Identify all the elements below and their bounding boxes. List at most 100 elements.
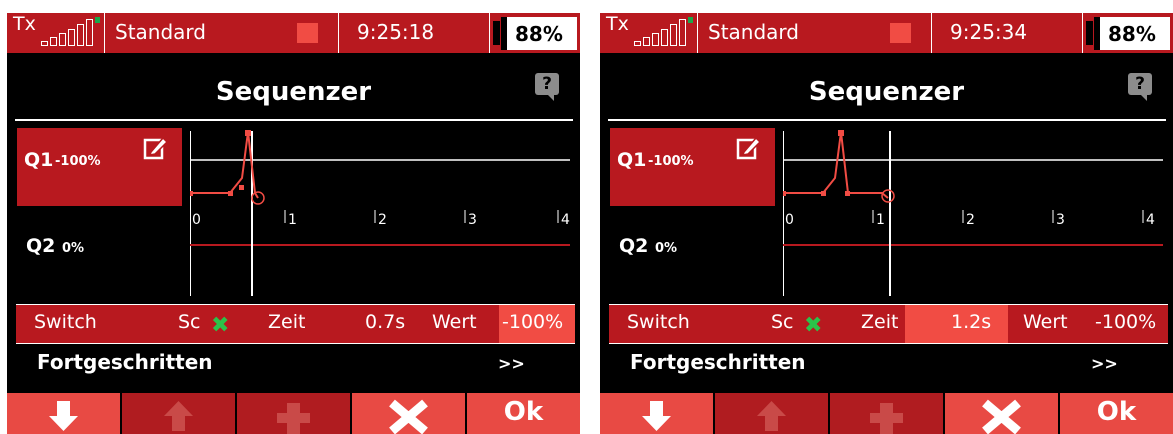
switch-label: Switch	[34, 311, 97, 333]
help-icon[interactable]: ?	[1128, 73, 1152, 95]
zeit-value[interactable]: 0.7s	[365, 311, 405, 333]
tick-label-2: 2	[966, 212, 975, 228]
advanced-arrow: >>	[1091, 354, 1118, 373]
arrow-up-icon	[757, 401, 786, 431]
delete-button[interactable]	[352, 393, 465, 434]
tick-label-3: 3	[1056, 212, 1065, 228]
ok-button[interactable]: Ok	[467, 393, 580, 434]
sequence-graph: 0 1 2 3 4	[190, 130, 570, 296]
clock: 9:25:18	[339, 13, 490, 53]
arrow-down-icon	[49, 401, 78, 431]
tick-label-4: 4	[1146, 212, 1155, 228]
zeit-value[interactable]: 1.2s	[951, 311, 991, 333]
transmitter-screen-1: Tx Standard 9:25:18 88% Sequenzer ? Q1 -…	[7, 13, 580, 434]
model-color-indicator	[297, 23, 318, 43]
ok-label: Ok	[1096, 397, 1137, 427]
curve-point-3	[838, 130, 844, 136]
edit-icon[interactable]	[736, 135, 762, 165]
q1-label: Q1	[617, 149, 647, 171]
page-title: Sequenzer	[808, 77, 965, 107]
tick-label-1: 1	[876, 212, 885, 228]
time-text: 9:25:18	[357, 20, 435, 44]
up-button[interactable]	[122, 393, 235, 434]
advanced-arrow: >>	[498, 354, 525, 373]
model-selector[interactable]: Standard	[105, 13, 339, 53]
close-x-icon	[982, 399, 1021, 434]
down-button[interactable]	[600, 393, 713, 434]
q1-value: -100%	[648, 154, 694, 169]
curve-point-4	[845, 191, 850, 196]
add-button[interactable]	[830, 393, 943, 434]
model-selector[interactable]: Standard	[698, 13, 932, 53]
transmitter-screen-2: Tx Standard 9:25:34 88% Sequenzer ? Q1 -…	[600, 13, 1173, 434]
battery-icon: 88%	[501, 17, 577, 50]
up-button[interactable]	[715, 393, 828, 434]
curve-point-2	[821, 191, 826, 196]
tick-label-0: 0	[192, 212, 201, 228]
battery-terminal	[1086, 21, 1093, 45]
plus-icon	[277, 403, 310, 434]
status-bar: Tx Standard 9:25:18 88%	[7, 13, 580, 53]
status-bar: Tx Standard 9:25:34 88%	[600, 13, 1173, 53]
down-button[interactable]	[7, 393, 120, 434]
time-text: 9:25:34	[950, 20, 1028, 44]
tick-label-1: 1	[288, 212, 297, 228]
tick-label-2: 2	[378, 212, 387, 228]
q1-curve	[190, 131, 259, 199]
tx-label: Tx	[13, 13, 36, 35]
q2-label[interactable]: Q2	[619, 235, 648, 257]
arrow-down-icon	[642, 401, 671, 431]
curve-point-4	[245, 130, 251, 136]
q2-value: 0%	[62, 241, 85, 256]
switch-off-icon: ✖	[804, 313, 823, 338]
curve-point-3	[239, 185, 244, 190]
switch-label: Switch	[627, 311, 690, 333]
ok-button[interactable]: Ok	[1060, 393, 1173, 434]
model-name: Standard	[708, 20, 799, 44]
bottom-button-bar: Ok	[600, 393, 1173, 434]
wert-value[interactable]: -100%	[502, 311, 563, 333]
arrow-up-icon	[164, 401, 193, 431]
curve-point-1	[190, 191, 193, 196]
q1-curve	[783, 131, 889, 199]
q1-value: -100%	[55, 154, 101, 169]
battery-terminal	[493, 21, 500, 45]
tick-label-3: 3	[468, 212, 477, 228]
switch-off-icon: ✖	[211, 313, 230, 338]
help-icon[interactable]: ?	[535, 73, 559, 95]
plus-icon	[870, 403, 903, 434]
model-name: Standard	[115, 20, 206, 44]
advanced-menu-item[interactable]: Fortgeschritten	[37, 350, 213, 374]
curve-point-1	[783, 191, 786, 196]
title-divider	[608, 119, 1166, 121]
sequence-graph: 0 1 2 3 4	[783, 130, 1163, 296]
edit-icon[interactable]	[143, 135, 169, 165]
title-divider	[15, 119, 573, 121]
q1-label: Q1	[24, 149, 54, 171]
current-point-marker	[881, 189, 895, 203]
wert-label: Wert	[432, 311, 477, 333]
switch-value[interactable]: Sc	[771, 311, 794, 333]
help-icon-tail	[1141, 95, 1147, 101]
advanced-menu-item[interactable]: Fortgeschritten	[630, 350, 806, 374]
clock: 9:25:34	[932, 13, 1083, 53]
switch-value[interactable]: Sc	[178, 311, 201, 333]
help-icon-tail	[548, 95, 554, 101]
bottom-button-bar: Ok	[7, 393, 580, 434]
delete-button[interactable]	[945, 393, 1058, 434]
tx-signal-indicator: Tx	[602, 13, 698, 53]
page-title: Sequenzer	[215, 77, 372, 107]
zeit-label: Zeit	[861, 311, 899, 333]
curve-point-2	[228, 191, 233, 196]
parameter-row: Switch Sc ✖ Zeit 0.7s Wert -100%	[16, 304, 575, 344]
zeit-label: Zeit	[268, 311, 306, 333]
battery-percent: 88%	[1108, 22, 1156, 46]
add-button[interactable]	[237, 393, 350, 434]
tick-label-0: 0	[785, 212, 794, 228]
q2-label[interactable]: Q2	[26, 235, 55, 257]
tx-signal-indicator: Tx	[9, 13, 105, 53]
parameter-row: Switch Sc ✖ Zeit 1.2s Wert -100%	[609, 304, 1168, 344]
close-x-icon	[389, 399, 428, 434]
battery-icon: 88%	[1094, 17, 1170, 50]
wert-value[interactable]: -100%	[1095, 311, 1156, 333]
